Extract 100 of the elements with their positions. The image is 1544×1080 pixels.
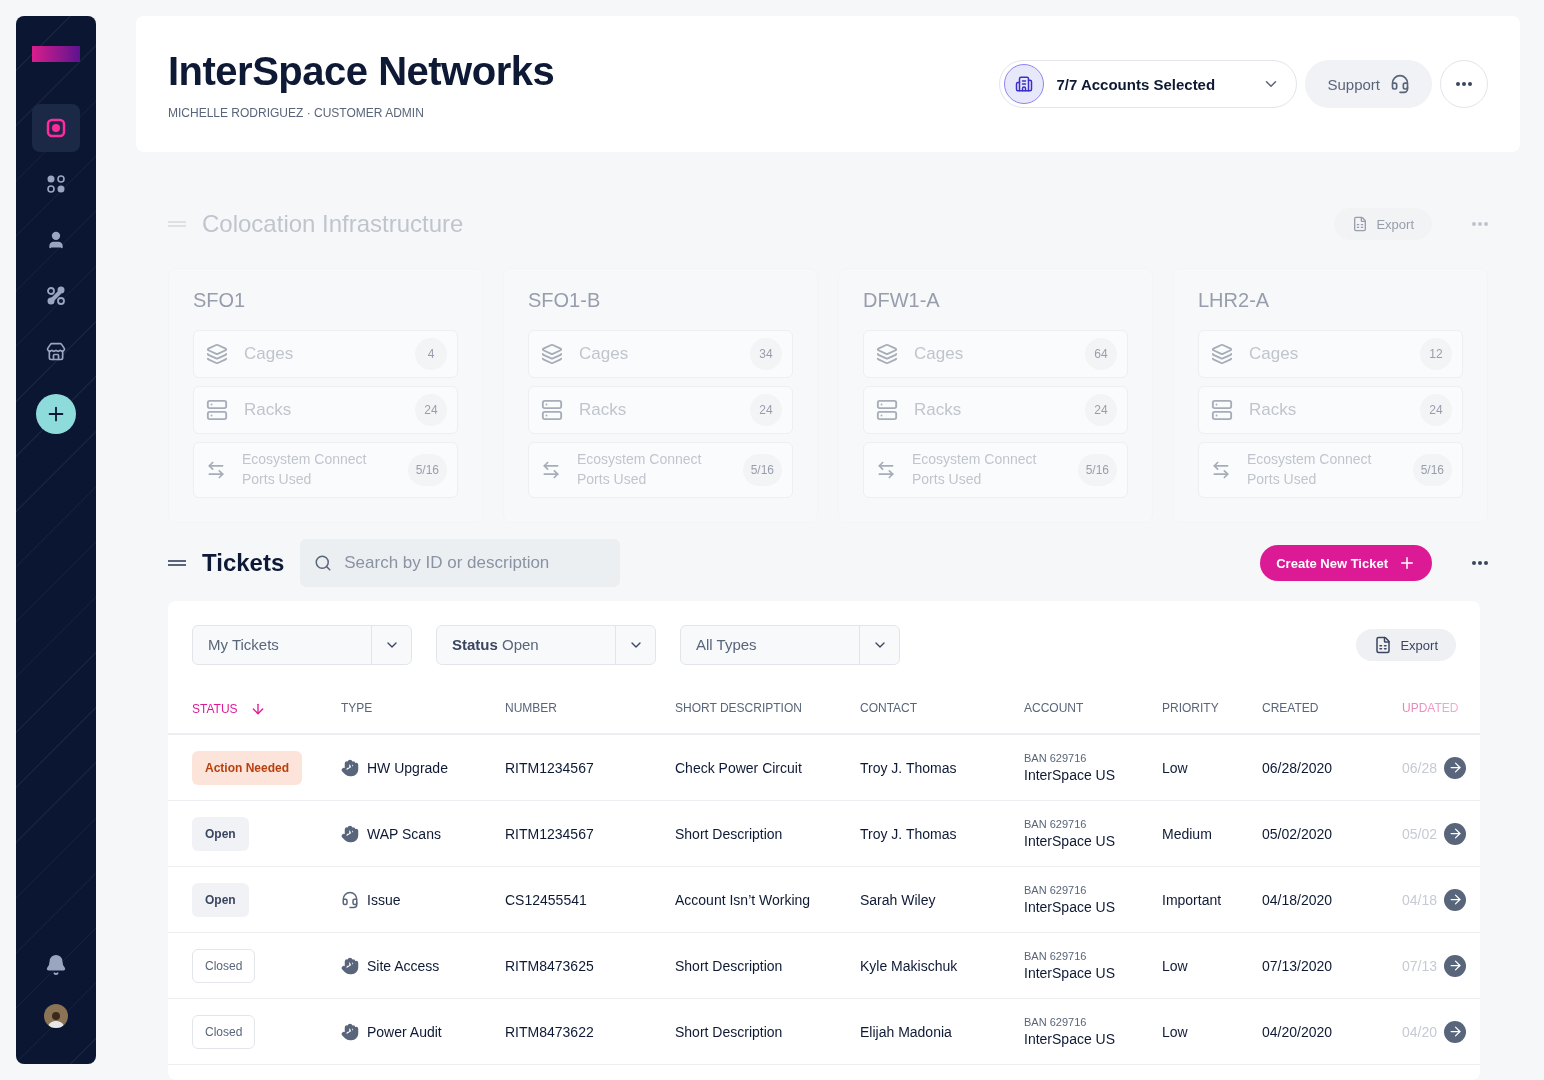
table-cell-text: Medium [1162, 825, 1213, 842]
ticket-row[interactable]: Closed Site Access RITM8473625 Short Description Kyle Makischuk BAN 629716 InterSpace US Low 07/13/2020 07/13 [168, 933, 1480, 999]
column-header[interactable]: STATUS [192, 701, 341, 717]
server-icon [541, 399, 563, 421]
more-button[interactable] [1472, 561, 1488, 565]
table-cell-text: 06/28/2020 [1262, 759, 1334, 776]
table-cell-text: BAN 629716 [1024, 1016, 1088, 1028]
account-selector[interactable]: 7/7 Accounts Selected [999, 60, 1298, 108]
table-cell-text: Short Description [675, 825, 784, 842]
status-badge: Closed [192, 1014, 256, 1049]
table-cell-text: 04/20/2020 [1262, 1023, 1334, 1040]
table-cell-text: BAN 629716 [1024, 884, 1088, 896]
spreadsheet-icon [1352, 216, 1369, 232]
logo-icon [32, 46, 80, 62]
ticket-row[interactable]: Open Issue CS12455541 Account Isn’t Working Sarah Wiley BAN 629716 InterSpace US Important 04/18/2020 04/18 [168, 867, 1480, 933]
table-cell-text: Kyle Makischuk [860, 957, 959, 974]
table-cell-text: Low [1162, 1023, 1189, 1040]
section-title: Tickets [202, 549, 285, 577]
table-cell-text: 06/28 [1402, 759, 1439, 776]
hand-icon [341, 1022, 359, 1041]
site-name: SFO1-B [528, 289, 602, 312]
open-row-button[interactable] [1444, 1020, 1466, 1043]
server-icon [1211, 399, 1233, 421]
count-badge: 5/16 [1412, 454, 1452, 486]
layers-icon [541, 343, 563, 365]
open-row-button[interactable] [1444, 756, 1466, 779]
filter-dropdown[interactable]: My Tickets [192, 625, 412, 665]
arrows-icon [876, 460, 896, 480]
count-badge: 12 [1420, 338, 1452, 370]
hand-icon [341, 758, 359, 777]
nav-button[interactable] [32, 104, 80, 152]
table-cell-text: 04/18/2020 [1262, 891, 1334, 908]
table-cell-text: CS12455541 [505, 891, 588, 908]
layers-icon [206, 343, 228, 365]
count-badge: 24 [1420, 394, 1452, 426]
support-button[interactable]: Support [1305, 60, 1432, 108]
table-cell-text: 04/18 [1402, 891, 1439, 908]
count-badge: 64 [1085, 338, 1117, 370]
export-button[interactable]: Export [1356, 629, 1456, 661]
ticket-row[interactable]: Closed Power Audit RITM8473622 Short Description Elijah Madonia BAN 629716 InterSpace US Low 04/20/2020 04/20 [168, 999, 1480, 1065]
table-cell-text: Short Description [675, 957, 784, 974]
column-header[interactable]: SHORT DESCRIPTION [675, 701, 860, 715]
table-cell-text: 05/02 [1402, 825, 1439, 842]
column-header[interactable]: CONTACT [860, 701, 1024, 715]
table-cell-text: Check Power Circuit [675, 759, 803, 776]
more-icon [1472, 561, 1488, 565]
server-icon [206, 399, 228, 421]
arrow-right-icon [1447, 1024, 1463, 1039]
count-badge: 5/16 [407, 454, 447, 486]
table-cell: Site Access [367, 957, 440, 974]
store-icon [46, 342, 66, 362]
spreadsheet-icon [1374, 636, 1393, 654]
user-icon [46, 230, 66, 250]
column-header[interactable]: CREATED [1262, 701, 1402, 715]
table-cell: Power Audit [367, 1023, 442, 1040]
table-cell-text: InterSpace US [1024, 767, 1117, 783]
table-cell-text: BAN 629716 [1024, 752, 1088, 764]
search-field[interactable]: Search by ID or description [300, 539, 621, 587]
ticket-row[interactable]: Open WAP Scans RITM1234567 Short Description Troy J. Thomas BAN 629716 InterSpace US Medium 05/02/2020 05/02 [168, 801, 1480, 867]
site-name: SFO1 [193, 289, 247, 312]
table-cell-text: 04/20 [1402, 1023, 1439, 1040]
table-cell-text: 07/13 [1402, 957, 1439, 974]
filter-dropdown[interactable]: All Types [680, 625, 900, 665]
arrow-right-icon [1447, 892, 1463, 907]
avatar[interactable] [44, 1004, 68, 1028]
search-icon [314, 554, 333, 572]
nodes-icon [46, 286, 66, 306]
apps-icon [46, 174, 66, 194]
hand-icon [341, 824, 359, 843]
ticket-row[interactable]: Action Needed HW Upgrade RITM1234567 Check Power Circuit Troy J. Thomas BAN 629716 InterSpace US Low 06/28/2020 06/28 [168, 735, 1480, 801]
arrow-right-icon [1447, 826, 1463, 841]
column-header[interactable]: PRIORITY [1162, 701, 1262, 715]
status-badge: Open [192, 882, 249, 917]
user-role: MICHELLE RODRIGUEZ · CUSTOMER ADMIN [168, 105, 425, 120]
record-icon [46, 118, 66, 138]
table-cell-text: RITM1234567 [505, 825, 595, 842]
filter-dropdown[interactable]: Status Open [436, 625, 656, 665]
layers-icon [876, 343, 898, 365]
count-badge: 24 [415, 394, 447, 426]
table-cell-text: 07/13/2020 [1262, 957, 1334, 974]
add-button[interactable] [36, 394, 76, 434]
count-badge: 34 [750, 338, 782, 370]
open-row-button[interactable] [1444, 888, 1466, 911]
column-header[interactable]: NUMBER [505, 701, 675, 715]
create-ticket-button[interactable]: Create New Ticket [1260, 545, 1432, 581]
drag-handle[interactable] [168, 560, 186, 566]
table-cell-text: InterSpace US [1024, 1031, 1117, 1047]
count-badge: 24 [1085, 394, 1117, 426]
table-cell-text: RITM8473625 [505, 957, 595, 974]
table-cell-text: RITM1234567 [505, 759, 595, 776]
table-cell-text: InterSpace US [1024, 833, 1117, 849]
table-cell-text: Sarah Wiley [860, 891, 937, 908]
column-header[interactable]: TYPE [341, 701, 505, 715]
bell-icon[interactable] [45, 954, 67, 976]
table-cell-text: BAN 629716 [1024, 818, 1088, 830]
column-header[interactable]: ACCOUNT [1024, 701, 1162, 715]
open-row-button[interactable] [1444, 822, 1466, 845]
open-row-button[interactable] [1444, 954, 1466, 977]
table-cell-text: 05/02/2020 [1262, 825, 1334, 842]
status-badge: Action Needed [192, 750, 302, 785]
